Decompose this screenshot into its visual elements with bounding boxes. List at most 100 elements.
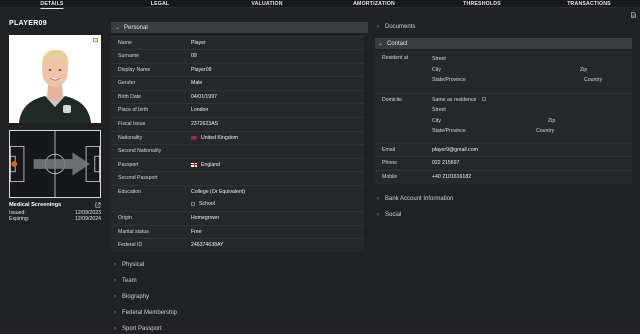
field-row-passport: Passport England	[111, 158, 364, 170]
player-photo-illustration	[9, 35, 101, 123]
field-label: Education	[118, 189, 142, 195]
tab-valuation[interactable]: VALUATION	[251, 1, 282, 7]
field-row-fiscal-issue: Fiscal Issue 2372623AS	[111, 117, 364, 129]
resident-state-field[interactable]: State/Province	[432, 77, 466, 83]
passport-value: England	[201, 162, 221, 168]
section-contact-header[interactable]: ⌄ Contact	[375, 38, 632, 49]
field-label: Display Name	[118, 67, 151, 73]
contact-panel: Resident at Street City Zip State/Provin…	[375, 51, 632, 184]
section-bank-account[interactable]: › Bank Account Information	[377, 196, 453, 202]
section-social[interactable]: › Social	[377, 212, 401, 218]
domicile-state-field[interactable]: State/Province	[432, 128, 466, 134]
phone-label: Phone	[382, 160, 398, 166]
section-bank-account-title: Bank Account Information	[385, 196, 454, 202]
field-row-second-nationality: Second Nationality	[111, 144, 364, 156]
resident-city-field[interactable]: City	[432, 67, 441, 73]
domicile-country-field[interactable]: Country	[536, 128, 554, 134]
field-label: Second Passport	[118, 175, 158, 181]
field-value[interactable]: Player	[191, 40, 206, 46]
section-contact-title: Contact	[387, 40, 408, 47]
field-row-marital-status: Marital status Free	[111, 225, 364, 237]
field-label: Nationality	[118, 135, 143, 141]
card-icon[interactable]	[93, 38, 98, 42]
field-row-federal-id: Federal ID 246374638AY	[111, 238, 364, 250]
domicile-label: Domicile	[382, 97, 402, 103]
player-name: PLAYER09	[9, 20, 47, 27]
same-as-residence-checkbox[interactable]	[482, 97, 486, 101]
tab-thresholds[interactable]: THRESHOLDS	[463, 1, 501, 7]
section-biography[interactable]: › Biography	[114, 294, 149, 300]
field-row-second-passport: Second Passport	[111, 171, 364, 183]
field-label: Name	[118, 40, 132, 46]
section-physical[interactable]: › Physical	[114, 262, 144, 268]
field-row-birth-date: Birth Date 04/01/1997	[111, 90, 364, 102]
field-row-education: Education College (Or Equivalent) School	[111, 185, 364, 209]
section-documents[interactable]: › Documents	[377, 24, 415, 30]
field-label: Fiscal Issue	[118, 121, 146, 127]
field-value[interactable]: 04/01/1997	[191, 94, 217, 100]
field-value[interactable]: Player09	[191, 67, 211, 73]
contact-row-phone: Phone 022 215697	[375, 156, 632, 168]
school-label: School	[199, 201, 215, 207]
resident-country-field[interactable]: Country	[584, 77, 602, 83]
section-personal-title: Personal	[124, 24, 148, 31]
field-label: Place of birth	[118, 107, 149, 113]
same-as-residence-label: Same as residence	[432, 97, 477, 103]
field-value[interactable]: 246374638AY	[191, 242, 224, 248]
uk-flag-icon	[191, 135, 197, 140]
education-school-option[interactable]: School	[191, 201, 215, 207]
section-physical-title: Physical	[122, 262, 145, 268]
expiring-value: 12/09/2024	[75, 216, 101, 222]
medical-screenings-title: Medical Screenings	[9, 202, 62, 208]
tab-legal[interactable]: LEGAL	[151, 1, 170, 7]
field-value[interactable]: Free	[191, 229, 202, 235]
field-row-place-of-birth: Place of birth London	[111, 103, 364, 115]
field-label: Federal ID	[118, 242, 143, 248]
field-row-display-name: Display Name Player09	[111, 63, 364, 75]
phone-value[interactable]: 022 215697	[432, 160, 459, 166]
medical-expiring-row: Expiring: 12/09/2024	[9, 216, 101, 222]
field-value[interactable]: 09	[191, 53, 197, 59]
field-value[interactable]: College (Or Equivalent)	[191, 189, 245, 195]
chevron-down-icon: ⌄	[378, 41, 384, 47]
section-team[interactable]: › Team	[114, 278, 137, 284]
field-value[interactable]: England	[191, 162, 220, 168]
field-value[interactable]: Male	[191, 80, 202, 86]
field-value[interactable]: London	[191, 107, 208, 113]
section-sport-passport[interactable]: › Sport Passport	[114, 326, 162, 332]
contact-row-email: Email player9@gmail.com	[375, 143, 632, 155]
tab-transactions[interactable]: TRANSACTIONS	[567, 1, 611, 7]
tab-details[interactable]: DETAILS	[40, 1, 64, 9]
field-row-surname: Surname 09	[111, 49, 364, 61]
field-row-name: Name Player	[111, 36, 364, 48]
email-value[interactable]: player9@gmail.com	[432, 147, 478, 153]
chevron-right-icon: ›	[377, 212, 379, 218]
field-label: Birth Date	[118, 94, 142, 100]
tab-amortization[interactable]: AMORTIZATION	[353, 1, 395, 7]
field-label: Gender	[118, 80, 136, 86]
personal-panel: Name Player Surname 09 Display Name Play…	[111, 36, 364, 252]
domicile-street-field[interactable]: Street	[432, 107, 446, 113]
resident-zip-field[interactable]: Zip	[580, 67, 587, 73]
field-value[interactable]: Homegrown	[191, 215, 219, 221]
section-federal-membership[interactable]: › Federal Membership	[114, 310, 177, 316]
field-value[interactable]: United Kingdom	[191, 135, 238, 141]
field-label: Origin	[118, 215, 132, 221]
nationality-value: United Kingdom	[201, 135, 238, 141]
domicile-city-field[interactable]: City	[432, 118, 441, 124]
field-row-origin: Origin Homegrown	[111, 211, 364, 223]
document-icon[interactable]	[631, 12, 636, 18]
field-row-nationality: Nationality United Kingdom	[111, 131, 364, 143]
domicile-zip-field[interactable]: Zip	[548, 118, 555, 124]
mobile-value[interactable]: +40 2101616182	[432, 174, 471, 180]
resident-street-field[interactable]: Street	[432, 56, 446, 62]
england-flag-icon	[191, 162, 197, 167]
field-value[interactable]: 2372623AS	[191, 121, 218, 127]
section-personal-header[interactable]: ⌄ Personal	[111, 22, 368, 33]
chevron-right-icon: ›	[114, 310, 116, 316]
section-federal-membership-title: Federal Membership	[122, 310, 178, 316]
email-label: Email	[382, 147, 395, 153]
top-navigation: DETAILS LEGAL VALUATION AMORTIZATION THR…	[0, 0, 640, 9]
external-link-icon[interactable]	[95, 202, 101, 208]
field-label: Passport	[118, 162, 139, 168]
